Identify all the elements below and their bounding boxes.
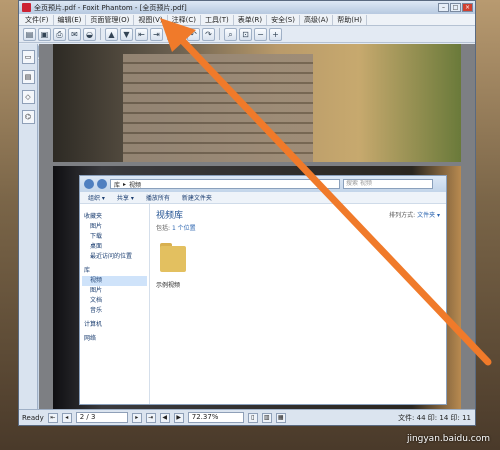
- title-bar[interactable]: 全页预片.pdf - Foxit Phantom - [全页预片.pdf] – …: [19, 1, 475, 14]
- undo-icon[interactable]: ↶: [187, 27, 200, 41]
- folder-icon: [158, 240, 188, 276]
- arrange-by: 排列方式: 文件夹 ▾: [389, 210, 440, 219]
- library-subtitle: 包括: 1 个位置: [156, 223, 440, 232]
- watermark: jingyan.baidu.com: [406, 434, 490, 444]
- menu-page[interactable]: 页面管理(O): [86, 14, 135, 25]
- nav-item: 图片: [90, 287, 103, 294]
- library-sub-prefix: 包括:: [156, 225, 172, 232]
- minimize-button[interactable]: –: [438, 3, 449, 12]
- back-view-icon[interactable]: ◀: [159, 412, 170, 423]
- menu-forms[interactable]: 表单(R): [234, 14, 268, 25]
- save-icon[interactable]: ▣: [38, 27, 51, 41]
- continuous-icon[interactable]: ▥: [261, 412, 272, 423]
- page-number-field[interactable]: 2 / 3: [75, 412, 128, 423]
- cmd-new-folder: 新建文件夹: [181, 195, 212, 202]
- scan-icon[interactable]: ◒: [83, 27, 96, 41]
- toolbar-separator: [167, 28, 168, 40]
- pdf-page-1: [53, 44, 461, 162]
- first-page-icon[interactable]: ⇤: [47, 412, 58, 423]
- zoom-field[interactable]: 72.37%: [187, 412, 244, 423]
- print-icon[interactable]: ⎙: [53, 27, 66, 41]
- library-sub-link: 1 个位置: [171, 225, 196, 232]
- prev-page-icon[interactable]: ◂: [61, 412, 72, 423]
- menu-view[interactable]: 视图(V): [134, 14, 168, 25]
- menu-security[interactable]: 安全(S): [267, 14, 300, 25]
- zoom-in-icon[interactable]: +: [269, 27, 282, 41]
- arrange-value: 文件夹 ▾: [417, 212, 440, 219]
- attachments-icon[interactable]: ⌬: [21, 110, 35, 124]
- toolbar-separator: [219, 28, 220, 40]
- pdf-page-2: 库 ▸ 视频 搜索 视频 组织 ▾ 共享 ▾ 播放所有 新建文件夹 收藏夹 图片下…: [53, 166, 461, 410]
- next-page-icon[interactable]: ▸: [131, 412, 142, 423]
- toolbar-row-1: ▤ ▣ ⎙ ✉ ◒ ▲ ▼ ⇤ ⇥ ↻ ↶ ↷ ⌕ ⊡ − +: [19, 26, 475, 43]
- first-icon[interactable]: ⇤: [135, 27, 148, 41]
- cmd-play-all: 播放所有: [145, 195, 170, 202]
- nav-item: 音乐: [90, 307, 103, 314]
- explorer-content: 视频库 包括: 1 个位置 排列方式: 文件夹 ▾ 示例视频: [150, 204, 446, 404]
- open-icon[interactable]: ▤: [23, 27, 36, 41]
- chevron-right-icon: ▸: [123, 180, 127, 188]
- navigation-panel: ▭ ▤ ◇ ⌬: [19, 44, 38, 410]
- forward-icon: [97, 179, 107, 189]
- zoom-out-icon[interactable]: −: [254, 27, 267, 41]
- explorer-command-bar: 组织 ▾ 共享 ▾ 播放所有 新建文件夹: [80, 192, 446, 204]
- arrange-label: 排列方式:: [389, 212, 416, 219]
- rotate-icon[interactable]: ↻: [172, 27, 185, 41]
- menu-help[interactable]: 帮助(H): [333, 14, 367, 25]
- zoom-icon[interactable]: ⌕: [224, 27, 237, 41]
- app-icon: [22, 3, 31, 12]
- toolbar-separator: [100, 28, 101, 40]
- menu-tools[interactable]: 工具(T): [201, 14, 234, 25]
- redo-icon[interactable]: ↷: [202, 27, 215, 41]
- document-view[interactable]: 库 ▸ 视频 搜索 视频 组织 ▾ 共享 ▾ 播放所有 新建文件夹 收藏夹 图片下…: [39, 44, 475, 410]
- nav-item: 最近访问的位置: [90, 253, 133, 260]
- folder-label: 示例视频: [156, 282, 181, 289]
- nav-item: 桌面: [90, 243, 103, 250]
- last-icon[interactable]: ⇥: [150, 27, 163, 41]
- foxit-window: 全页预片.pdf - Foxit Phantom - [全页预片.pdf] – …: [18, 0, 476, 426]
- forward-view-icon[interactable]: ▶: [173, 412, 184, 423]
- last-page-icon[interactable]: ⇥: [145, 412, 156, 423]
- path-part: 库: [114, 181, 121, 189]
- bookmarks-icon[interactable]: ▭: [21, 50, 35, 64]
- maximize-button[interactable]: □: [450, 3, 461, 12]
- status-right-info: 文件: 44 印: 14 印: 11: [398, 413, 471, 422]
- menu-advanced[interactable]: 高级(A): [300, 14, 334, 25]
- prev-icon[interactable]: ▲: [105, 27, 118, 41]
- nav-item: 收藏夹: [84, 213, 103, 220]
- window-title: 全页预片.pdf - Foxit Phantom - [全页预片.pdf]: [34, 3, 187, 12]
- nav-item: 图片: [90, 223, 103, 230]
- explorer-address-bar: 库 ▸ 视频 搜索 视频: [80, 176, 446, 192]
- email-icon[interactable]: ✉: [68, 27, 81, 41]
- fit-icon[interactable]: ⊡: [239, 27, 252, 41]
- cmd-share: 共享 ▾: [116, 195, 134, 202]
- search-box: 搜索 视频: [343, 179, 433, 189]
- close-button[interactable]: ×: [462, 3, 473, 12]
- nav-item: 文档: [90, 297, 103, 304]
- nav-item: 计算机: [84, 321, 103, 328]
- menu-edit[interactable]: 编辑(E): [54, 14, 87, 25]
- nav-item: 视频: [82, 276, 147, 286]
- embedded-explorer-screenshot: 库 ▸ 视频 搜索 视频 组织 ▾ 共享 ▾ 播放所有 新建文件夹 收藏夹 图片下…: [79, 175, 447, 405]
- cmd-organize: 组织 ▾: [88, 195, 105, 202]
- status-ready: Ready: [22, 413, 44, 422]
- menu-bar: 文件(F) 编辑(E) 页面管理(O) 视图(V) 注释(C) 工具(T) 表单…: [19, 14, 475, 26]
- path-part: 视频: [129, 181, 142, 189]
- menu-file[interactable]: 文件(F): [21, 14, 54, 25]
- layers-icon[interactable]: ◇: [21, 90, 35, 104]
- nav-item: 库: [84, 267, 91, 274]
- facing-icon[interactable]: ▦: [275, 412, 286, 423]
- pages-icon[interactable]: ▤: [21, 70, 35, 84]
- back-icon: [84, 179, 94, 189]
- boardwalk-image: [123, 54, 313, 162]
- status-bar: Ready ⇤ ◂ 2 / 3 ▸ ⇥ ◀ ▶ 72.37% ▯ ▥ ▦ 文件:…: [19, 409, 475, 425]
- explorer-nav-pane: 收藏夹 图片 下载 桌面 最近访问的位置库视频 图片 文档 音乐 计算机 网络: [80, 204, 150, 404]
- nav-item: 网络: [84, 335, 97, 342]
- nav-item: 下载: [90, 233, 103, 240]
- single-page-icon[interactable]: ▯: [247, 412, 258, 423]
- menu-comment[interactable]: 注释(C): [168, 14, 201, 25]
- next-icon[interactable]: ▼: [120, 27, 133, 41]
- address-field: 库 ▸ 视频: [110, 179, 340, 189]
